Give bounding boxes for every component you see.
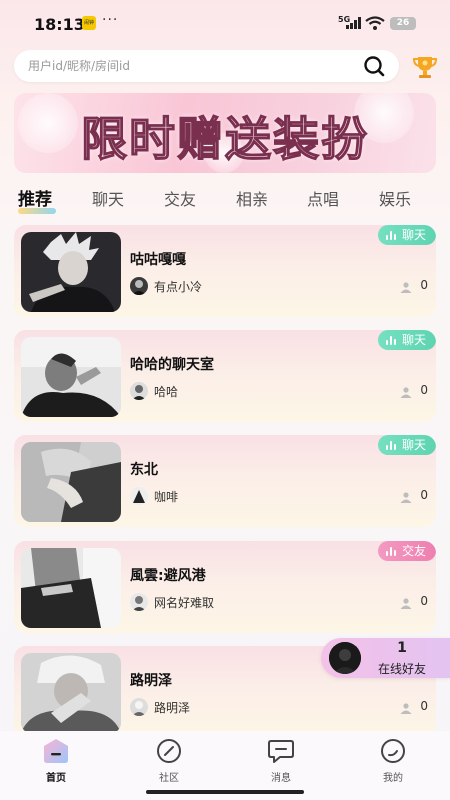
category-tabs: 推荐 聊天 交友 相亲 点唱 娱乐 <box>0 184 450 214</box>
host-avatar <box>130 698 148 716</box>
room-card[interactable]: 風雲:避风港 网名好难取 交友 0 <box>14 541 436 633</box>
person-icon <box>400 492 412 503</box>
person-icon <box>400 703 412 714</box>
tab-recommend[interactable]: 推荐 <box>18 185 52 210</box>
listener-count: 0 <box>420 594 428 608</box>
friend-avatar <box>329 642 361 674</box>
room-category-tag: 交友 <box>377 541 436 561</box>
room-tag-label: 聊天 <box>401 438 426 452</box>
host-avatar <box>130 277 148 295</box>
tab-make-friends[interactable]: 交友 <box>164 186 196 210</box>
audio-bars-icon <box>385 440 396 450</box>
tab-blind-date[interactable]: 相亲 <box>236 186 268 210</box>
room-cover-image <box>21 337 121 417</box>
audio-bars-icon <box>385 546 396 556</box>
room-title: 东北 <box>130 462 158 478</box>
host-avatar <box>130 487 148 505</box>
host-avatar <box>130 593 148 611</box>
home-icon <box>44 739 68 763</box>
room-category-tag: 聊天 <box>377 330 436 350</box>
nav-home-label: 首页 <box>46 773 66 784</box>
room-title: 哈哈的聊天室 <box>130 357 214 373</box>
host-name: 咖啡 <box>154 490 179 504</box>
host-name: 路明泽 <box>154 701 191 715</box>
online-friends-button[interactable]: 1 在线好友 <box>321 638 450 678</box>
room-category-tag: 聊天 <box>377 435 436 455</box>
search-input[interactable] <box>28 50 348 82</box>
room-cover-image <box>21 548 121 628</box>
audio-bars-icon <box>385 335 396 345</box>
nav-profile-label: 我的 <box>383 773 403 784</box>
nav-profile[interactable]: 我的 <box>363 738 423 784</box>
host-name: 网名好难取 <box>154 596 215 610</box>
signal-icon <box>346 17 361 29</box>
status-time: 18:13 <box>34 15 85 34</box>
room-title: 咕咕嘎嘎 <box>130 252 186 268</box>
wifi-icon <box>365 16 385 30</box>
room-tag-label: 聊天 <box>401 228 426 242</box>
room-cover-image <box>21 653 121 733</box>
promo-banner[interactable]: 限时赠送装扮 <box>14 93 436 173</box>
host-name: 有点小冷 <box>154 280 203 294</box>
banner-title: 限时赠送装扮 <box>80 111 369 166</box>
room-cover-image <box>21 232 121 312</box>
room-category-tag: 聊天 <box>377 225 436 245</box>
room-title: 風雲:避风港 <box>130 568 206 584</box>
host-name: 哈哈 <box>154 385 179 399</box>
search-icon[interactable] <box>363 55 385 77</box>
trophy-icon[interactable] <box>412 55 438 79</box>
room-tag-label: 聊天 <box>401 333 426 347</box>
person-icon <box>400 387 412 398</box>
room-card[interactable]: 东北 咖啡 聊天 0 <box>14 435 436 527</box>
online-friends-count: 1 <box>397 640 407 656</box>
nav-community[interactable]: 社区 <box>139 738 199 784</box>
host-avatar <box>130 382 148 400</box>
battery-indicator: 26 <box>390 17 416 30</box>
person-icon <box>400 282 412 293</box>
room-tag-label: 交友 <box>401 544 426 558</box>
profile-icon <box>381 739 405 763</box>
nav-community-label: 社区 <box>159 773 179 784</box>
tab-chat[interactable]: 聊天 <box>92 186 124 210</box>
compass-icon <box>157 739 181 763</box>
listener-count: 0 <box>420 488 428 502</box>
listener-count: 0 <box>420 383 428 397</box>
room-cover-image <box>21 442 121 522</box>
more-notifications-icon: ··· <box>102 12 119 28</box>
status-bar: 18:13 闹钟 ··· 5G 26 <box>0 0 450 44</box>
audio-bars-icon <box>385 230 396 240</box>
room-card[interactable]: 哈哈的聊天室 哈哈 聊天 0 <box>14 330 436 422</box>
nav-home[interactable]: 首页 <box>26 738 86 784</box>
tab-entertainment[interactable]: 娱乐 <box>379 186 411 210</box>
nav-messages-label: 消息 <box>271 773 291 784</box>
nav-messages[interactable]: 消息 <box>251 738 311 784</box>
home-indicator <box>146 790 304 794</box>
search-bar[interactable] <box>14 50 399 82</box>
alarm-app-icon: 闹钟 <box>82 16 96 30</box>
room-card[interactable]: 咕咕嘎嘎 有点小冷 聊天 0 <box>14 225 436 317</box>
online-friends-label: 在线好友 <box>377 662 426 676</box>
room-title: 路明泽 <box>130 673 172 689</box>
person-icon <box>400 598 412 609</box>
listener-count: 0 <box>420 699 428 713</box>
message-icon <box>268 740 294 763</box>
tab-song-request[interactable]: 点唱 <box>307 186 339 210</box>
listener-count: 0 <box>420 278 428 292</box>
